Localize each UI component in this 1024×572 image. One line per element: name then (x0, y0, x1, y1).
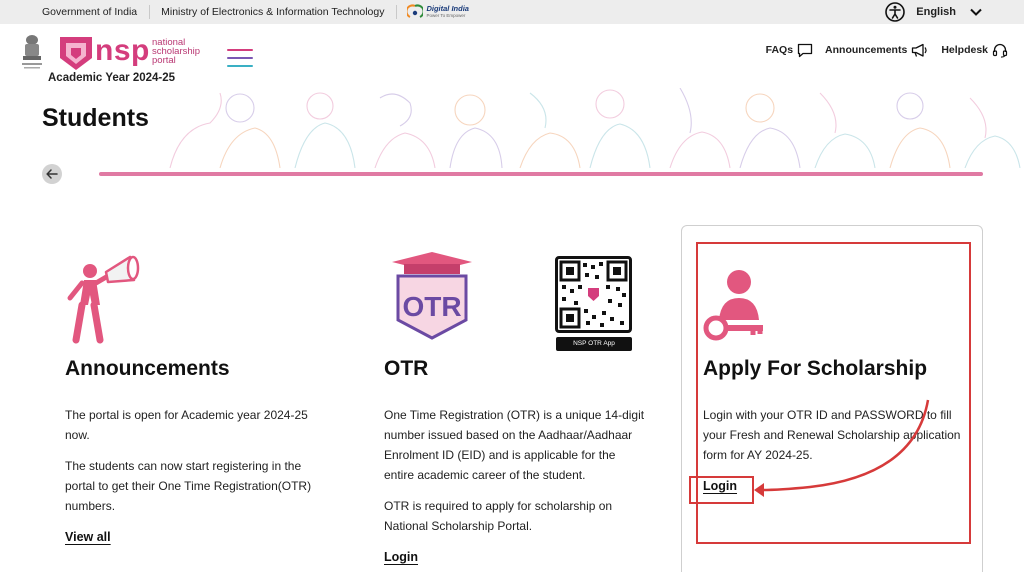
national-emblem-icon (22, 35, 42, 69)
header-nav: FAQs Announcements Helpdesk (754, 42, 1008, 58)
gov-top-bar: Government of India Ministry of Electron… (0, 0, 1024, 24)
otr-text: One Time Registration (OTR) is a unique … (384, 405, 646, 547)
digital-india-icon (407, 4, 424, 18)
accessibility-icon[interactable] (885, 2, 906, 22)
nsp-sub-line-3: portal (152, 55, 176, 66)
faqs-label: FAQs (765, 44, 794, 56)
menu-button[interactable] (227, 49, 253, 67)
banner-divider (99, 172, 983, 176)
otr-title: OTR (384, 357, 429, 380)
page: Government of India Ministry of Electron… (0, 0, 1024, 572)
otr-badge-text: OTR (402, 291, 461, 322)
government-of-india-link[interactable]: Government of India (0, 5, 151, 19)
otr-cap-icon: OTR (392, 252, 472, 340)
menu-line (227, 65, 253, 67)
faqs-link[interactable]: FAQs (766, 43, 813, 58)
announcement-paragraph: The portal is open for Academic year 202… (65, 408, 308, 442)
announcement-paragraph: The students can now start registering i… (65, 459, 312, 513)
helpdesk-label: Helpdesk (941, 44, 988, 56)
otr-paragraph: OTR is required to apply for scholarship… (384, 499, 613, 533)
academic-year-label: Academic Year 2024-25 (48, 72, 176, 84)
ministry-link[interactable]: Ministry of Electronics & Information Te… (150, 5, 398, 19)
headset-icon (992, 43, 1008, 58)
helpdesk-link[interactable]: Helpdesk (941, 42, 1008, 58)
otr-app-qr-code (555, 256, 632, 333)
announcements-nav-label: Announcements (825, 44, 908, 56)
megaphone-person-icon (67, 255, 140, 344)
announcements-link[interactable]: Announcements (825, 43, 929, 58)
announcements-text: The portal is open for Academic year 202… (65, 405, 315, 527)
qr-code-icon (559, 260, 628, 329)
students-illustration (169, 88, 1021, 168)
annotation-arrow-icon (754, 399, 930, 497)
nsp-logo-icon[interactable] (57, 34, 95, 72)
chat-icon (797, 43, 813, 57)
arrow-left-icon (46, 169, 58, 179)
digital-india-text: Digital India (426, 4, 469, 13)
otr-paragraph: One Time Registration (OTR) is a unique … (384, 408, 645, 482)
digital-india-tagline: Power To Empower (426, 13, 466, 18)
menu-line (227, 49, 253, 51)
back-button[interactable] (42, 164, 62, 184)
menu-line (227, 57, 253, 59)
nsp-wordmark[interactable]: nsp (95, 34, 150, 68)
page-title: Students (42, 104, 149, 132)
announcements-title: Announcements (65, 357, 230, 380)
megaphone-icon (912, 43, 927, 57)
site-header: nsp national scholarship portal Academic… (0, 24, 1024, 88)
qr-code-label: NSP OTR App (556, 337, 632, 351)
chevron-down-icon[interactable] (970, 8, 982, 16)
otr-login-link[interactable]: Login (384, 550, 418, 564)
nsp-subtitle: national scholarship portal (152, 38, 200, 66)
language-select[interactable]: English (916, 6, 956, 18)
page-banner: Students (0, 88, 1024, 188)
view-all-link[interactable]: View all (65, 530, 111, 544)
digital-india-logo[interactable]: Digital India Power To Empower (397, 4, 469, 20)
